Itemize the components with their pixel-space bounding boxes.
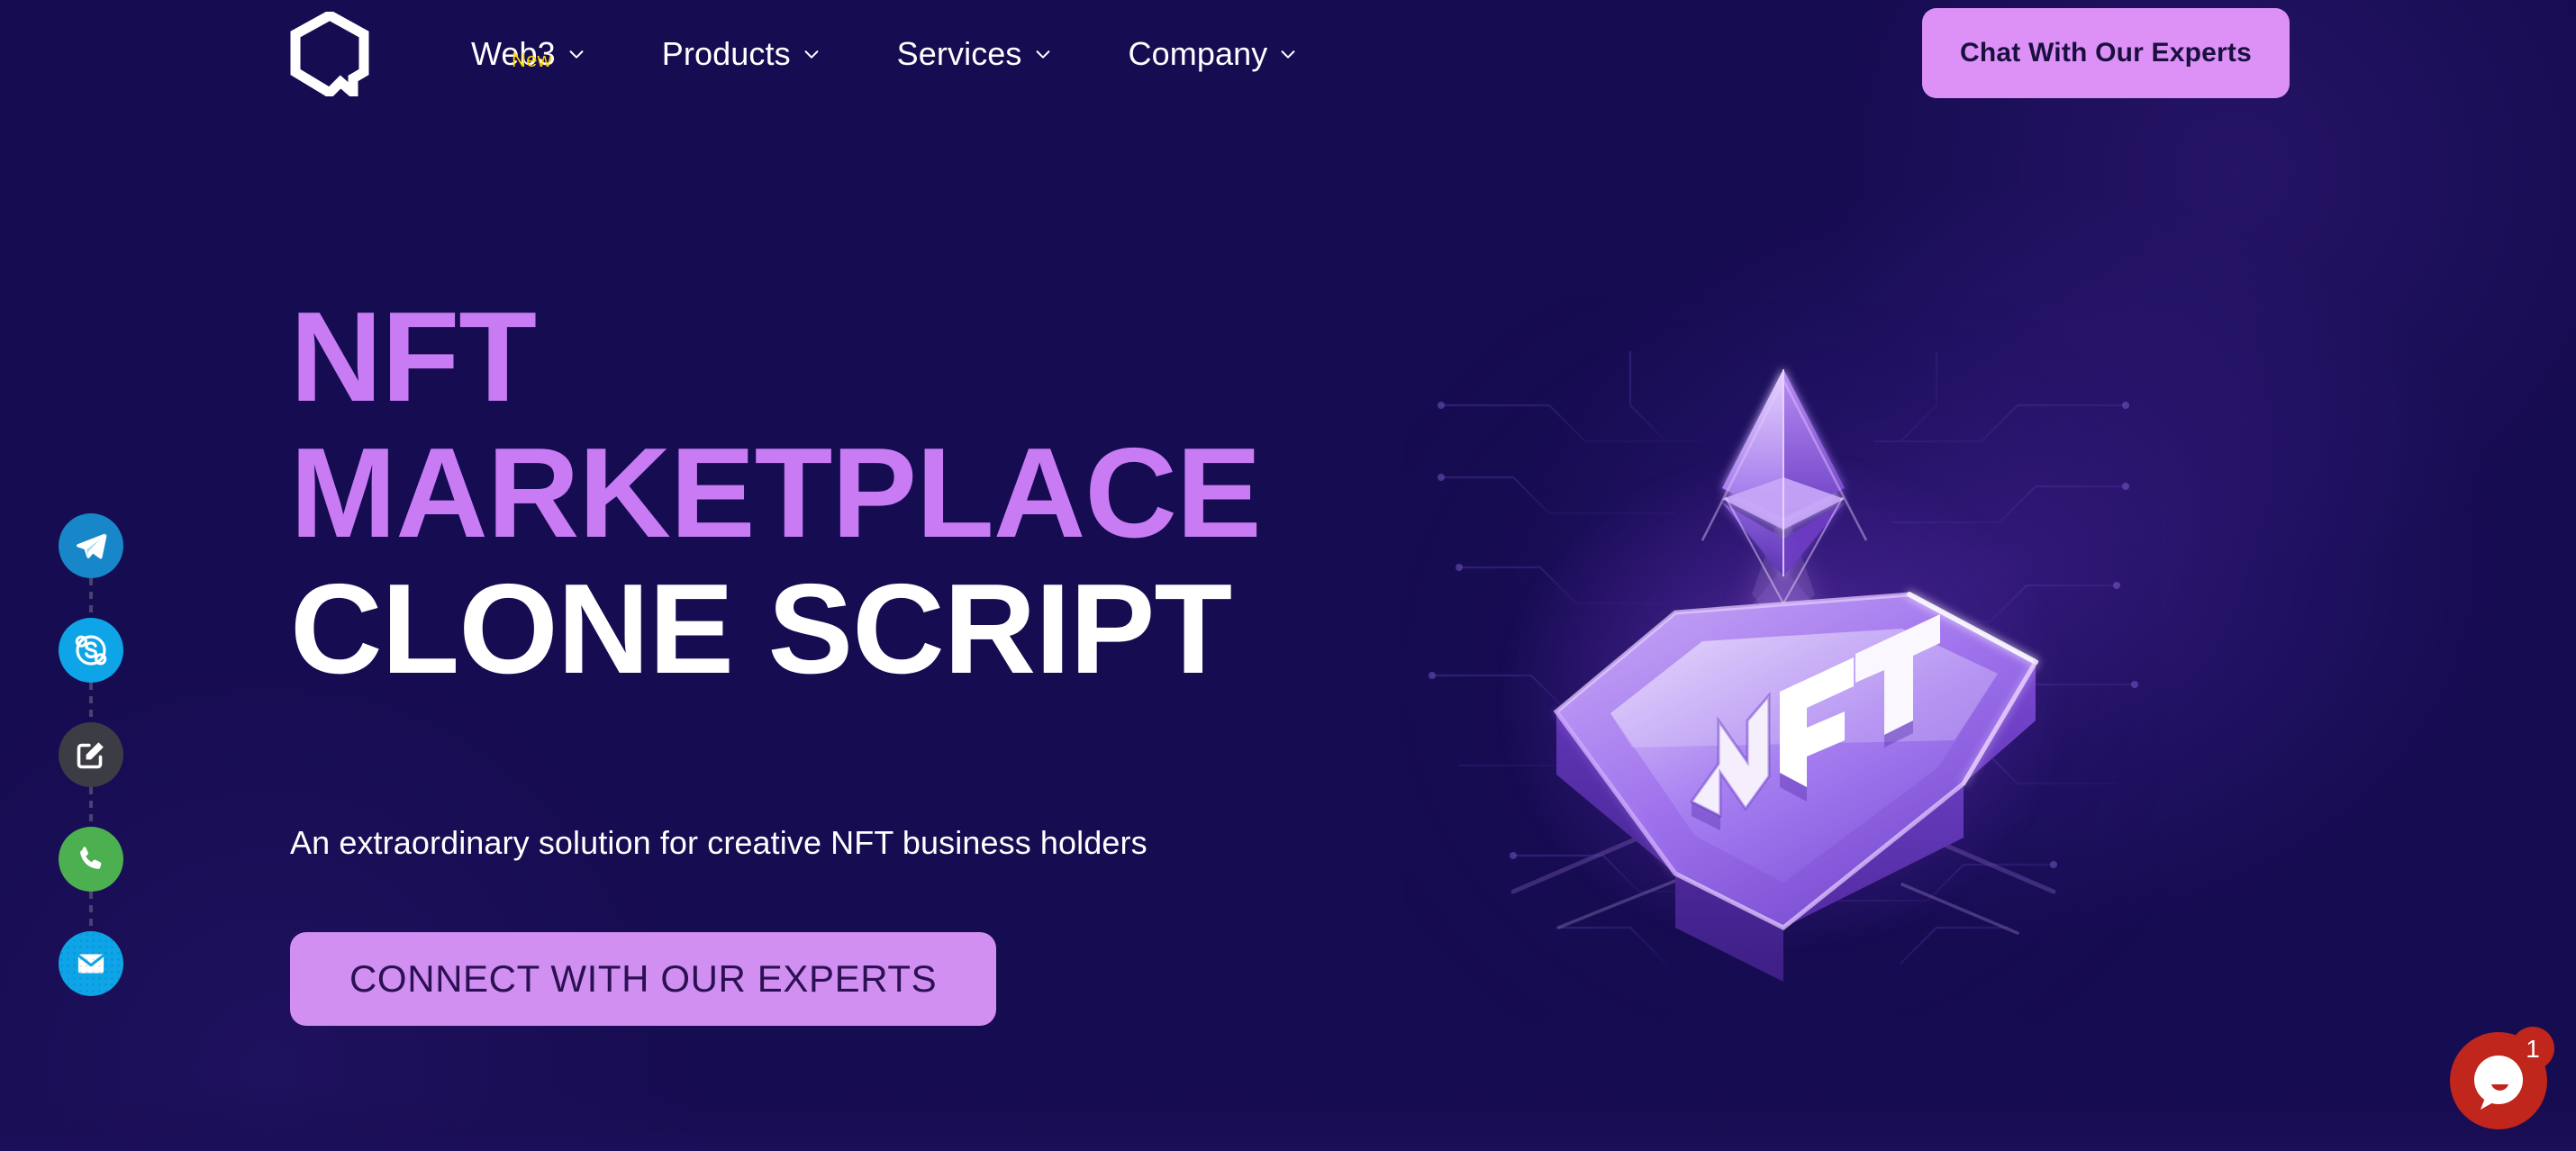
social-telegram-button[interactable] [59, 513, 123, 578]
chevron-down-icon [802, 44, 821, 64]
rail-divider [89, 892, 93, 931]
chevron-down-icon [567, 44, 586, 64]
chat-widget-button[interactable]: 1 [2444, 1023, 2556, 1135]
hexagon-logo[interactable] [288, 9, 371, 104]
hero-heading-line-2: MARKETPLACE [290, 421, 1262, 565]
nft-coin-illustration [1553, 369, 2039, 982]
social-email-button[interactable] [59, 931, 123, 996]
hero-heading-line-3: CLONE SCRIPT [290, 557, 1232, 701]
hero-section: NFT MARKETPLACE CLONE SCRIPT An extraord… [0, 0, 2576, 1151]
hero-heading-block: NFT MARKETPLACE CLONE SCRIPT [290, 285, 1461, 701]
chevron-down-icon [1278, 44, 1298, 64]
social-contact-form-button[interactable] [59, 722, 123, 787]
skype-icon [75, 635, 107, 666]
social-contact-rail [41, 513, 141, 996]
connect-with-experts-button[interactable]: CONNECT WITH OUR EXPERTS [290, 932, 997, 1026]
chat-with-experts-button[interactable]: Chat With Our Experts [1922, 8, 2290, 98]
hero-heading-line-1: NFT [290, 285, 537, 429]
hero-subtitle: An extraordinary solution for creative N… [290, 824, 1147, 861]
main-navigation: New Web3 Products Services Company [455, 0, 1336, 108]
nav-item-label: Services [896, 35, 1022, 72]
chevron-down-icon [1033, 44, 1053, 64]
phone-icon [80, 847, 102, 869]
rail-divider [89, 683, 93, 722]
nav-item-web3[interactable]: New Web3 [455, 35, 624, 73]
edit-square-icon [77, 742, 104, 769]
nav-item-company[interactable]: Company [1091, 35, 1337, 73]
nav-badge-new: New [512, 49, 552, 71]
social-skype-button[interactable] [59, 618, 123, 683]
hero-artwork [1405, 297, 2162, 1018]
envelope-icon [77, 954, 104, 974]
chat-unread-count: 1 [2526, 1035, 2540, 1063]
nav-item-products[interactable]: Products [624, 35, 859, 73]
site-header: New Web3 Products Services Company Chat … [0, 0, 2576, 108]
page-root: New Web3 Products Services Company Chat … [0, 0, 2576, 1151]
rail-divider [89, 787, 93, 827]
nav-item-label: Products [661, 35, 791, 72]
rail-divider [89, 578, 93, 618]
social-whatsapp-button[interactable] [59, 827, 123, 892]
nav-item-services[interactable]: Services [859, 35, 1091, 73]
telegram-icon [77, 533, 107, 559]
nav-item-label: Company [1128, 35, 1268, 72]
